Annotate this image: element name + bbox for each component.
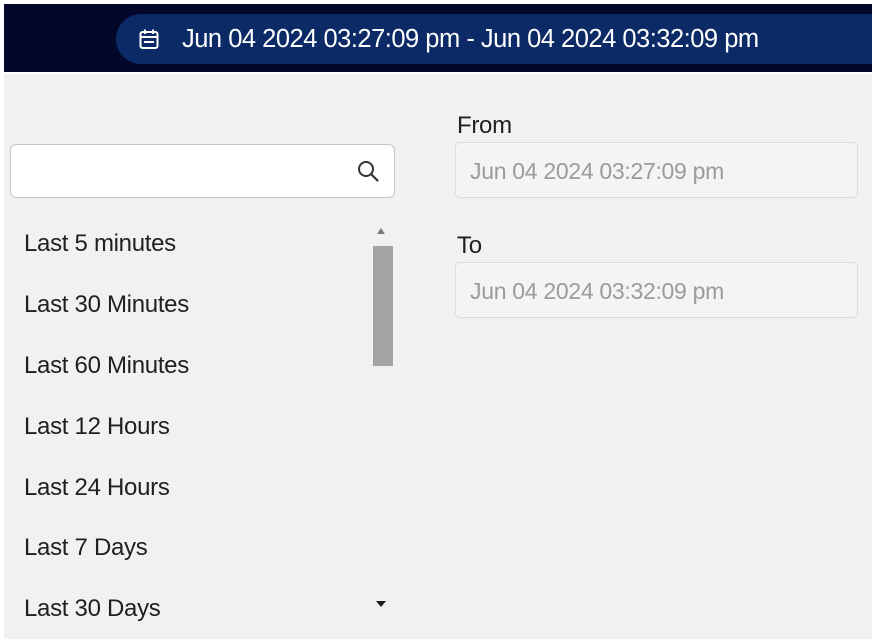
quick-range-last-30-days[interactable]: Last 30 Days (24, 595, 161, 623)
from-label: From (457, 112, 512, 139)
scroll-up-arrow-icon[interactable] (377, 228, 385, 234)
quick-range-last-30-minutes[interactable]: Last 30 Minutes (24, 291, 189, 319)
from-input[interactable] (468, 143, 852, 199)
scroll-down-arrow-icon[interactable] (376, 601, 386, 607)
search-input[interactable] (23, 145, 347, 199)
from-field (455, 142, 858, 199)
scrollbar-thumb[interactable] (373, 246, 393, 366)
to-field (455, 262, 858, 319)
quick-range-last-7-days[interactable]: Last 7 Days (24, 534, 148, 562)
quick-range-last-24-hours[interactable]: Last 24 Hours (24, 474, 170, 502)
search-box (10, 144, 395, 199)
to-input[interactable] (468, 263, 852, 319)
quick-range-last-60-minutes[interactable]: Last 60 Minutes (24, 352, 189, 380)
quick-range-last-5-minutes[interactable]: Last 5 minutes (24, 230, 176, 258)
date-range-text: Jun 04 2024 03:27:09 pm - Jun 04 2024 03… (182, 24, 759, 53)
to-label: To (457, 232, 482, 259)
top-bar: Jun 04 2024 03:27:09 pm - Jun 04 2024 03… (0, 0, 872, 74)
date-range-button[interactable]: Jun 04 2024 03:27:09 pm - Jun 04 2024 03… (116, 14, 872, 64)
search-icon[interactable] (356, 159, 380, 183)
quick-range-last-12-hours[interactable]: Last 12 Hours (24, 413, 170, 441)
calendar-icon (138, 28, 160, 50)
